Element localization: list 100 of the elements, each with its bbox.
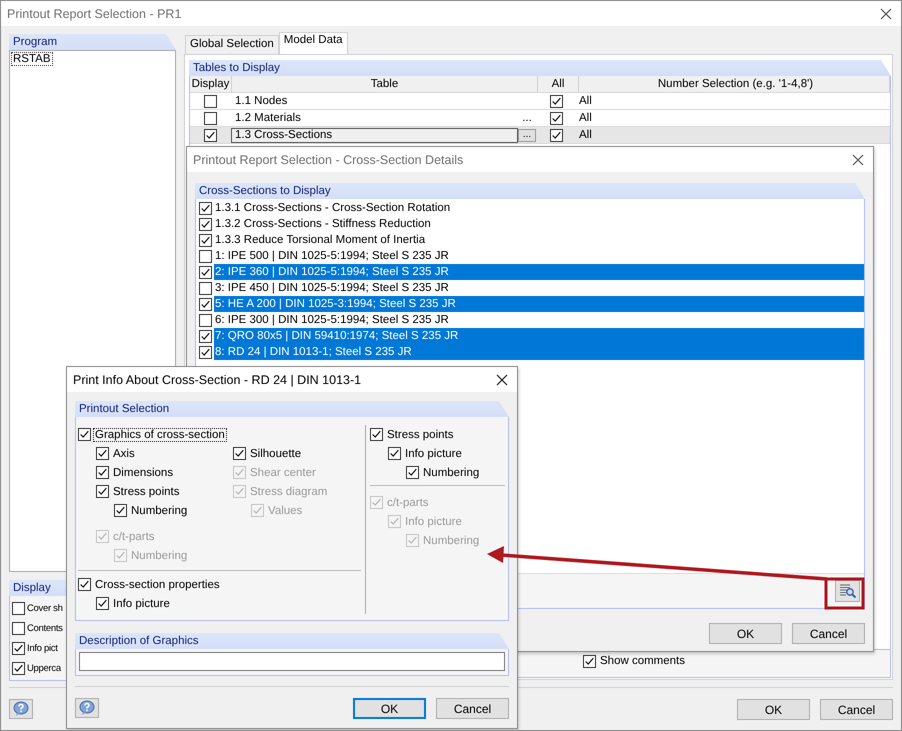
list-item[interactable]: 6: IPE 300 | DIN 1025-5:1994; Steel S 235 JR [214,312,864,328]
list-item[interactable]: 5: HE A 200 | DIN 1025-3:1994; Steel S 235 JR [214,296,864,312]
dialog-button[interactable]: Cancel [436,698,509,719]
checkbox-label: Show comments [599,655,686,667]
close-icon[interactable] [496,374,508,386]
group-header: Program [9,34,176,50]
dialog-button[interactable]: OK [737,699,810,720]
tab[interactable]: Model Data [278,32,348,54]
table-cell-text: 1.2 Materials [234,110,302,126]
checkbox[interactable] [96,597,109,610]
checkbox[interactable] [199,282,212,294]
checkbox[interactable] [96,485,109,498]
checkbox-label: Shear center [249,466,317,478]
more-button[interactable]: ... [518,128,536,142]
close-icon[interactable] [852,154,864,166]
checkbox[interactable] [204,112,217,124]
checkbox[interactable] [583,654,596,668]
checkbox[interactable] [199,202,212,214]
list-item[interactable]: 3: IPE 450 | DIN 1025-5:1994; Steel S 235 JR [214,280,864,296]
checkbox-label: Numbering [130,504,188,516]
details-button[interactable] [835,580,860,602]
checkbox[interactable] [550,94,562,108]
checkbox[interactable] [388,447,401,460]
checkbox-label: Stress points [386,428,454,440]
list-item[interactable]: 2: IPE 360 | DIN 1025-5:1994; Steel S 235 JR [214,264,864,280]
table-row[interactable]: 1.1 Nodes All [190,93,890,110]
list-item[interactable]: 1.3.2 Cross-Sections - Stiffness Reduction [214,216,864,232]
checkbox[interactable] [199,266,212,278]
tab[interactable]: Global Selection [185,35,279,54]
checkbox-label: Info picture [404,516,463,528]
list-item[interactable]: 8: RD 24 | DIN 1013-1; Steel S 235 JR [214,344,864,360]
column-header: All [538,76,579,92]
checkbox[interactable] [12,642,25,654]
checkbox-label: Cover sh [27,602,63,614]
checkbox-label: Info picture [112,598,171,610]
list-item[interactable]: 7: QRO 80x5 | DIN 59410:1974; Steel S 235 JR [214,328,864,344]
checkbox[interactable] [12,662,25,674]
checkbox[interactable] [550,128,562,142]
checkbox[interactable] [370,428,383,441]
checkbox[interactable] [96,447,109,460]
list-item[interactable]: 1.3.3 Reduce Torsional Moment of Inertia [214,232,864,248]
checkbox-label: Upperca [27,662,61,674]
dialog-button[interactable]: Cancel [820,699,893,720]
group-header: Printout Selection [75,401,509,417]
table-cell-text: All [578,112,593,124]
column-header: Display [190,76,232,92]
checkbox[interactable] [199,298,212,310]
checkbox[interactable] [78,428,91,441]
group-header: Cross-Sections to Display [195,183,865,199]
checkbox[interactable] [96,466,109,479]
checkbox[interactable] [199,330,212,342]
column-header: Number Selection (e.g. '1-4,8') [579,76,890,92]
checkbox[interactable] [199,250,212,262]
help-button[interactable] [75,698,99,718]
checkbox[interactable] [114,504,127,517]
table-row[interactable]: 1.3 Cross-Sections ... All [190,127,890,144]
checkbox-label: Graphics of cross-section [94,428,226,440]
dialog-button[interactable]: Cancel [792,623,865,644]
group-header: Description of Graphics [75,633,509,649]
checkbox[interactable] [12,622,25,634]
table-cell: 1.3 Cross-Sections [231,128,518,142]
checkbox[interactable] [12,602,25,614]
more-label[interactable]: ... [518,112,536,124]
checkbox-label: Stress points [112,486,180,498]
dialog-button[interactable]: OK [353,698,426,719]
checkbox-label: Dimensions [112,466,174,478]
table-cell-text: All [578,95,593,107]
help-button[interactable] [9,699,33,719]
help-icon [12,701,30,717]
list-item[interactable]: 1.3.1 Cross-Sections - Cross-Section Rotation [214,200,864,216]
group-header: Tables to Display [189,60,891,76]
column-header: Table [232,76,538,92]
description-field[interactable] [79,652,505,671]
dialog-button[interactable]: OK [709,623,782,644]
checkbox[interactable] [78,578,91,591]
checkbox[interactable] [204,128,217,142]
checkbox[interactable] [199,234,212,246]
checkbox[interactable] [204,94,217,108]
checkbox[interactable] [406,466,419,479]
checkbox-label: Contents [27,622,63,634]
table-cell-text: 1.1 Nodes [234,94,288,108]
checkbox-label: c/t-parts [112,530,156,542]
list-item[interactable]: 1: IPE 500 | DIN 1025-5:1994; Steel S 235 JR [214,248,864,264]
checkbox-label: Numbering [422,466,480,478]
magnifier-icon [838,583,858,599]
checkbox-label: Info pict [27,642,58,654]
checkbox[interactable] [233,447,246,460]
window-title: Printout Report Selection - Cross-Section Details [193,152,464,166]
checkbox[interactable] [199,218,212,230]
checkbox-label: Stress diagram [249,486,328,498]
checkbox[interactable] [199,314,212,326]
checkbox[interactable] [199,346,212,358]
close-icon[interactable] [880,8,892,20]
checkbox-label: Axis [112,448,136,460]
checkbox-label: Info picture [404,448,463,460]
highlight-frame [824,578,864,610]
list-item[interactable]: RSTAB [12,53,52,65]
checkbox[interactable] [550,112,562,124]
window-title: Print Info About Cross-Section - RD 24 | DIN 1013-1 [73,372,362,386]
checkbox-label: Numbering [130,550,188,562]
